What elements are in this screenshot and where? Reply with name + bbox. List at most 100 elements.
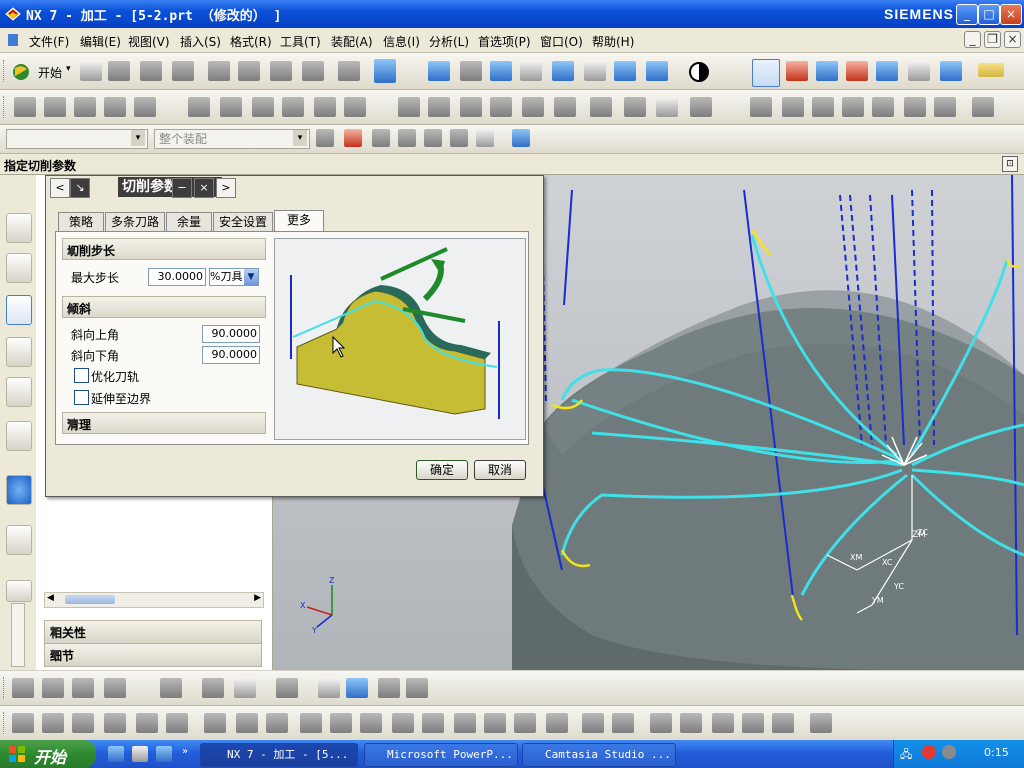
doc-close-button[interactable]: ×	[1004, 31, 1021, 48]
operation-icon[interactable]	[786, 61, 808, 81]
geom8-icon[interactable]	[406, 678, 428, 698]
tool21-icon[interactable]	[690, 97, 712, 117]
info-tab[interactable]	[6, 475, 32, 505]
feature10-icon[interactable]	[300, 713, 322, 733]
tool28-icon[interactable]	[934, 97, 956, 117]
task-powerpoint[interactable]: Microsoft PowerP...	[364, 743, 518, 767]
feature15-icon[interactable]	[454, 713, 476, 733]
down-angle-input[interactable]: 90.0000	[202, 346, 260, 364]
tool23-icon[interactable]	[782, 97, 804, 117]
feature18-icon[interactable]	[546, 713, 568, 733]
prompt-expand-icon[interactable]: ⊡	[1002, 156, 1018, 172]
dialog-close-button[interactable]: ×	[194, 178, 214, 198]
dialog-back-button[interactable]: <	[50, 178, 70, 198]
tool16-icon[interactable]	[522, 97, 544, 117]
menu-analysis[interactable]: 分析(L)	[429, 33, 469, 50]
web-browser-tab[interactable]	[6, 525, 32, 555]
tool18-icon[interactable]	[590, 97, 612, 117]
tool13-icon[interactable]	[428, 97, 450, 117]
point-icon[interactable]	[234, 678, 256, 698]
geom4-icon[interactable]	[104, 678, 126, 698]
section-step-header[interactable]: 切削步长 ▲	[62, 238, 266, 260]
datum-icon[interactable]	[318, 678, 340, 698]
tool22-icon[interactable]	[750, 97, 772, 117]
tool6-icon[interactable]	[188, 97, 210, 117]
tool19-icon[interactable]	[624, 97, 646, 117]
rotate-icon[interactable]	[552, 61, 574, 81]
dialog-forward-button[interactable]: >	[216, 178, 236, 198]
scroll-right-icon[interactable]: ▶	[254, 593, 261, 603]
paste-icon[interactable]	[270, 61, 292, 81]
type-filter-select[interactable]: ▾	[6, 129, 148, 149]
feature8-icon[interactable]	[236, 713, 258, 733]
maximize-button[interactable]: □	[978, 4, 1000, 25]
extend-boundary-checkbox[interactable]	[74, 390, 89, 405]
menu-window[interactable]: 窗口(O)	[540, 33, 583, 50]
tool26-icon[interactable]	[872, 97, 894, 117]
feature6-icon[interactable]	[166, 713, 188, 733]
network-icon[interactable]: 🖧	[900, 746, 912, 765]
snap1-icon[interactable]	[316, 129, 334, 147]
section-cleanup-header[interactable]: 清理 ▼	[62, 412, 266, 434]
shaded-icon[interactable]	[614, 61, 636, 81]
feature11-icon[interactable]	[330, 713, 352, 733]
up-angle-input[interactable]: 90.0000	[202, 325, 260, 343]
tool10-icon[interactable]	[314, 97, 336, 117]
feature3-icon[interactable]	[72, 713, 94, 733]
print-icon[interactable]	[172, 61, 194, 81]
snap6-icon[interactable]	[450, 129, 468, 147]
section-tilt-header[interactable]: 倾斜 ▲	[62, 296, 266, 318]
task-nx[interactable]: NX 7 - 加工 - [5...	[200, 743, 358, 767]
tool11-icon[interactable]	[344, 97, 366, 117]
operation-navigator-tab[interactable]	[6, 295, 32, 325]
open-icon[interactable]	[108, 61, 130, 81]
feature24-icon[interactable]	[742, 713, 764, 733]
zoom-window-icon[interactable]	[460, 61, 482, 81]
new-icon[interactable]	[80, 61, 102, 81]
zoom-icon[interactable]	[520, 61, 542, 81]
tool14-icon[interactable]	[460, 97, 482, 117]
snap4-icon[interactable]	[398, 129, 416, 147]
orient-view-icon[interactable]	[688, 61, 710, 83]
feature22-icon[interactable]	[680, 713, 702, 733]
menu-preferences[interactable]: 首选项(P)	[478, 33, 531, 50]
tool20-icon[interactable]	[656, 97, 678, 117]
feature4-icon[interactable]	[104, 713, 126, 733]
geom2-icon[interactable]	[42, 678, 64, 698]
delete-icon[interactable]	[302, 61, 324, 81]
feature26-icon[interactable]	[810, 713, 832, 733]
feature7-icon[interactable]	[204, 713, 226, 733]
tool2-icon[interactable]	[44, 97, 66, 117]
tab-multiple-passes[interactable]: 多条刀路	[105, 212, 165, 231]
ok-button[interactable]: 确定	[416, 460, 468, 480]
media-quicklaunch-icon[interactable]	[156, 746, 172, 762]
zoom-region-icon[interactable]	[490, 61, 512, 81]
assembly-navigator-tab[interactable]	[6, 213, 32, 243]
assembly-filter-select[interactable]: 整个装配 ▾	[154, 129, 310, 149]
feature19-icon[interactable]	[582, 713, 604, 733]
tool1-icon[interactable]	[14, 97, 36, 117]
save-icon[interactable]	[140, 61, 162, 81]
doc-minimize-button[interactable]: _	[964, 31, 981, 48]
feature16-icon[interactable]	[484, 713, 506, 733]
snap2-icon[interactable]	[344, 129, 362, 147]
feature25-icon[interactable]	[772, 713, 794, 733]
postprocess-icon[interactable]	[876, 61, 898, 81]
tool3-icon[interactable]	[74, 97, 96, 117]
machine-tool-tab[interactable]	[6, 337, 32, 367]
tab-safety[interactable]: 安全设置	[213, 212, 273, 231]
render-style-icon[interactable]	[646, 61, 668, 81]
ie-quicklaunch-icon[interactable]	[108, 746, 124, 762]
select-icon[interactable]	[908, 61, 930, 81]
tool15-icon[interactable]	[490, 97, 512, 117]
snap5-icon[interactable]	[424, 129, 442, 147]
snap8-icon[interactable]	[512, 129, 530, 147]
menu-file[interactable]: 文件(F)	[29, 33, 69, 50]
wcs-icon[interactable]	[752, 59, 780, 87]
tool27-icon[interactable]	[904, 97, 926, 117]
verify-icon[interactable]	[846, 61, 868, 81]
undo-icon[interactable]	[338, 61, 360, 81]
tool5-icon[interactable]	[134, 97, 156, 117]
tool9-icon[interactable]	[282, 97, 304, 117]
related-panel-header[interactable]: 相关性 ▼	[44, 620, 262, 644]
